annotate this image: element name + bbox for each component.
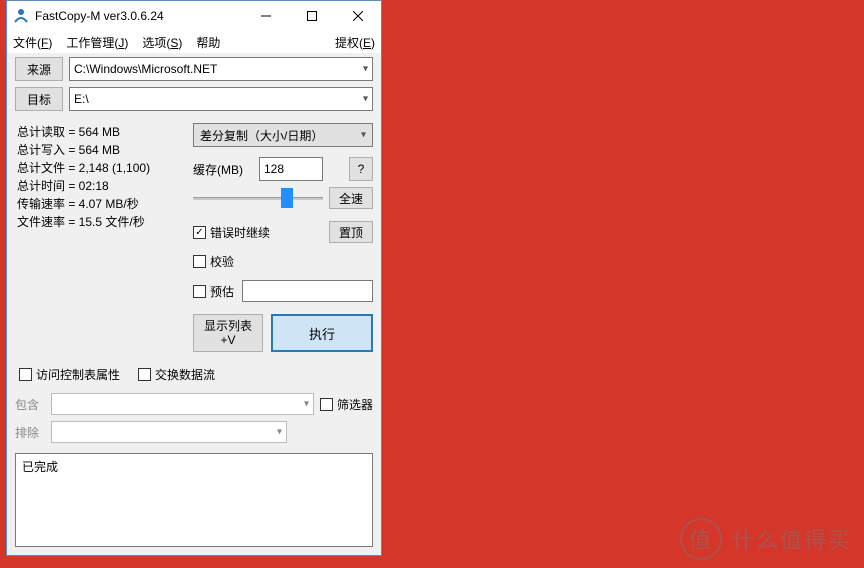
stat-files: 总计文件 = 2,148 (1,100)	[17, 159, 193, 177]
source-value: C:\Windows\Microsoft.NET	[74, 62, 217, 76]
menu-auth[interactable]: 提权(E)	[335, 34, 375, 51]
stat-read: 总计读取 = 564 MB	[17, 123, 193, 141]
speed-slider[interactable]	[193, 187, 323, 209]
verify-checkbox[interactable]	[193, 255, 206, 268]
menu-help[interactable]: 帮助	[196, 34, 220, 51]
acl-checkbox[interactable]	[19, 368, 32, 381]
chevron-down-icon: ▾	[363, 64, 368, 75]
dest-combo[interactable]: E:\ ▾	[69, 87, 373, 111]
estimate-input[interactable]	[242, 280, 373, 302]
stat-write: 总计写入 = 564 MB	[17, 141, 193, 159]
menu-job[interactable]: 工作管理(J)	[66, 34, 128, 51]
chevron-down-icon: ▾	[277, 427, 282, 438]
slider-thumb[interactable]	[281, 188, 293, 208]
include-combo[interactable]: ▾	[51, 393, 314, 415]
stats-panel: 总计读取 = 564 MB 总计写入 = 564 MB 总计文件 = 2,148…	[15, 123, 193, 352]
exclude-label: 排除	[15, 424, 45, 441]
ads-label: 交换数据流	[155, 366, 215, 383]
stat-time: 总计时间 = 02:18	[17, 177, 193, 195]
acl-label: 访问控制表属性	[36, 366, 120, 383]
watermark-icon: 值	[680, 518, 722, 560]
log-text: 已完成	[22, 460, 58, 474]
watermark-text: 什么值得买	[732, 523, 852, 555]
ads-checkbox[interactable]	[138, 368, 151, 381]
body-area: 来源 C:\Windows\Microsoft.NET ▾ 目标 E:\ ▾ 总…	[7, 53, 381, 555]
app-icon	[13, 8, 29, 24]
minimize-button[interactable]	[243, 1, 289, 31]
dest-value: E:\	[74, 92, 89, 106]
cache-label: 缓存(MB)	[193, 161, 253, 178]
menu-file[interactable]: 文件(F)	[13, 34, 52, 51]
chevron-down-icon: ▾	[304, 399, 309, 410]
filter-checkbox[interactable]	[320, 398, 333, 411]
verify-label: 校验	[210, 253, 234, 270]
estimate-label: 预估	[210, 283, 234, 300]
mode-value: 差分复制（大小/日期）	[200, 127, 323, 144]
source-combo[interactable]: C:\Windows\Microsoft.NET ▾	[69, 57, 373, 81]
help-button[interactable]: ?	[349, 157, 373, 181]
estimate-checkbox[interactable]	[193, 285, 206, 298]
source-button[interactable]: 来源	[15, 57, 63, 81]
menu-option[interactable]: 选项(S)	[142, 34, 182, 51]
show-list-button[interactable]: 显示列表 +V	[193, 314, 263, 352]
cache-input[interactable]: 128	[259, 157, 323, 181]
continue-on-error-checkbox[interactable]: ✓	[193, 226, 206, 239]
watermark: 值 什么值得买	[680, 518, 852, 560]
stat-rate: 传输速率 = 4.07 MB/秒	[17, 195, 193, 213]
titlebar[interactable]: FastCopy-M ver3.0.6.24	[7, 1, 381, 31]
chevron-down-icon: ▾	[363, 94, 368, 105]
dest-button[interactable]: 目标	[15, 87, 63, 111]
fullspeed-button[interactable]: 全速	[329, 187, 373, 209]
exclude-combo[interactable]: ▾	[51, 421, 287, 443]
application-window: FastCopy-M ver3.0.6.24 文件(F) 工作管理(J) 选项(…	[6, 0, 382, 556]
window-title: FastCopy-M ver3.0.6.24	[35, 9, 243, 23]
ontop-button[interactable]: 置顶	[329, 221, 373, 243]
chevron-down-icon: ▾	[361, 130, 366, 141]
log-box[interactable]: 已完成	[15, 453, 373, 547]
menubar: 文件(F) 工作管理(J) 选项(S) 帮助 提权(E)	[7, 31, 381, 53]
filter-label: 筛选器	[337, 396, 373, 413]
maximize-button[interactable]	[289, 1, 335, 31]
execute-button[interactable]: 执行	[271, 314, 373, 352]
close-button[interactable]	[335, 1, 381, 31]
mode-combo[interactable]: 差分复制（大小/日期） ▾	[193, 123, 373, 147]
stat-frate: 文件速率 = 15.5 文件/秒	[17, 213, 193, 231]
include-label: 包含	[15, 396, 45, 413]
continue-on-error-label: 错误时继续	[210, 224, 270, 241]
